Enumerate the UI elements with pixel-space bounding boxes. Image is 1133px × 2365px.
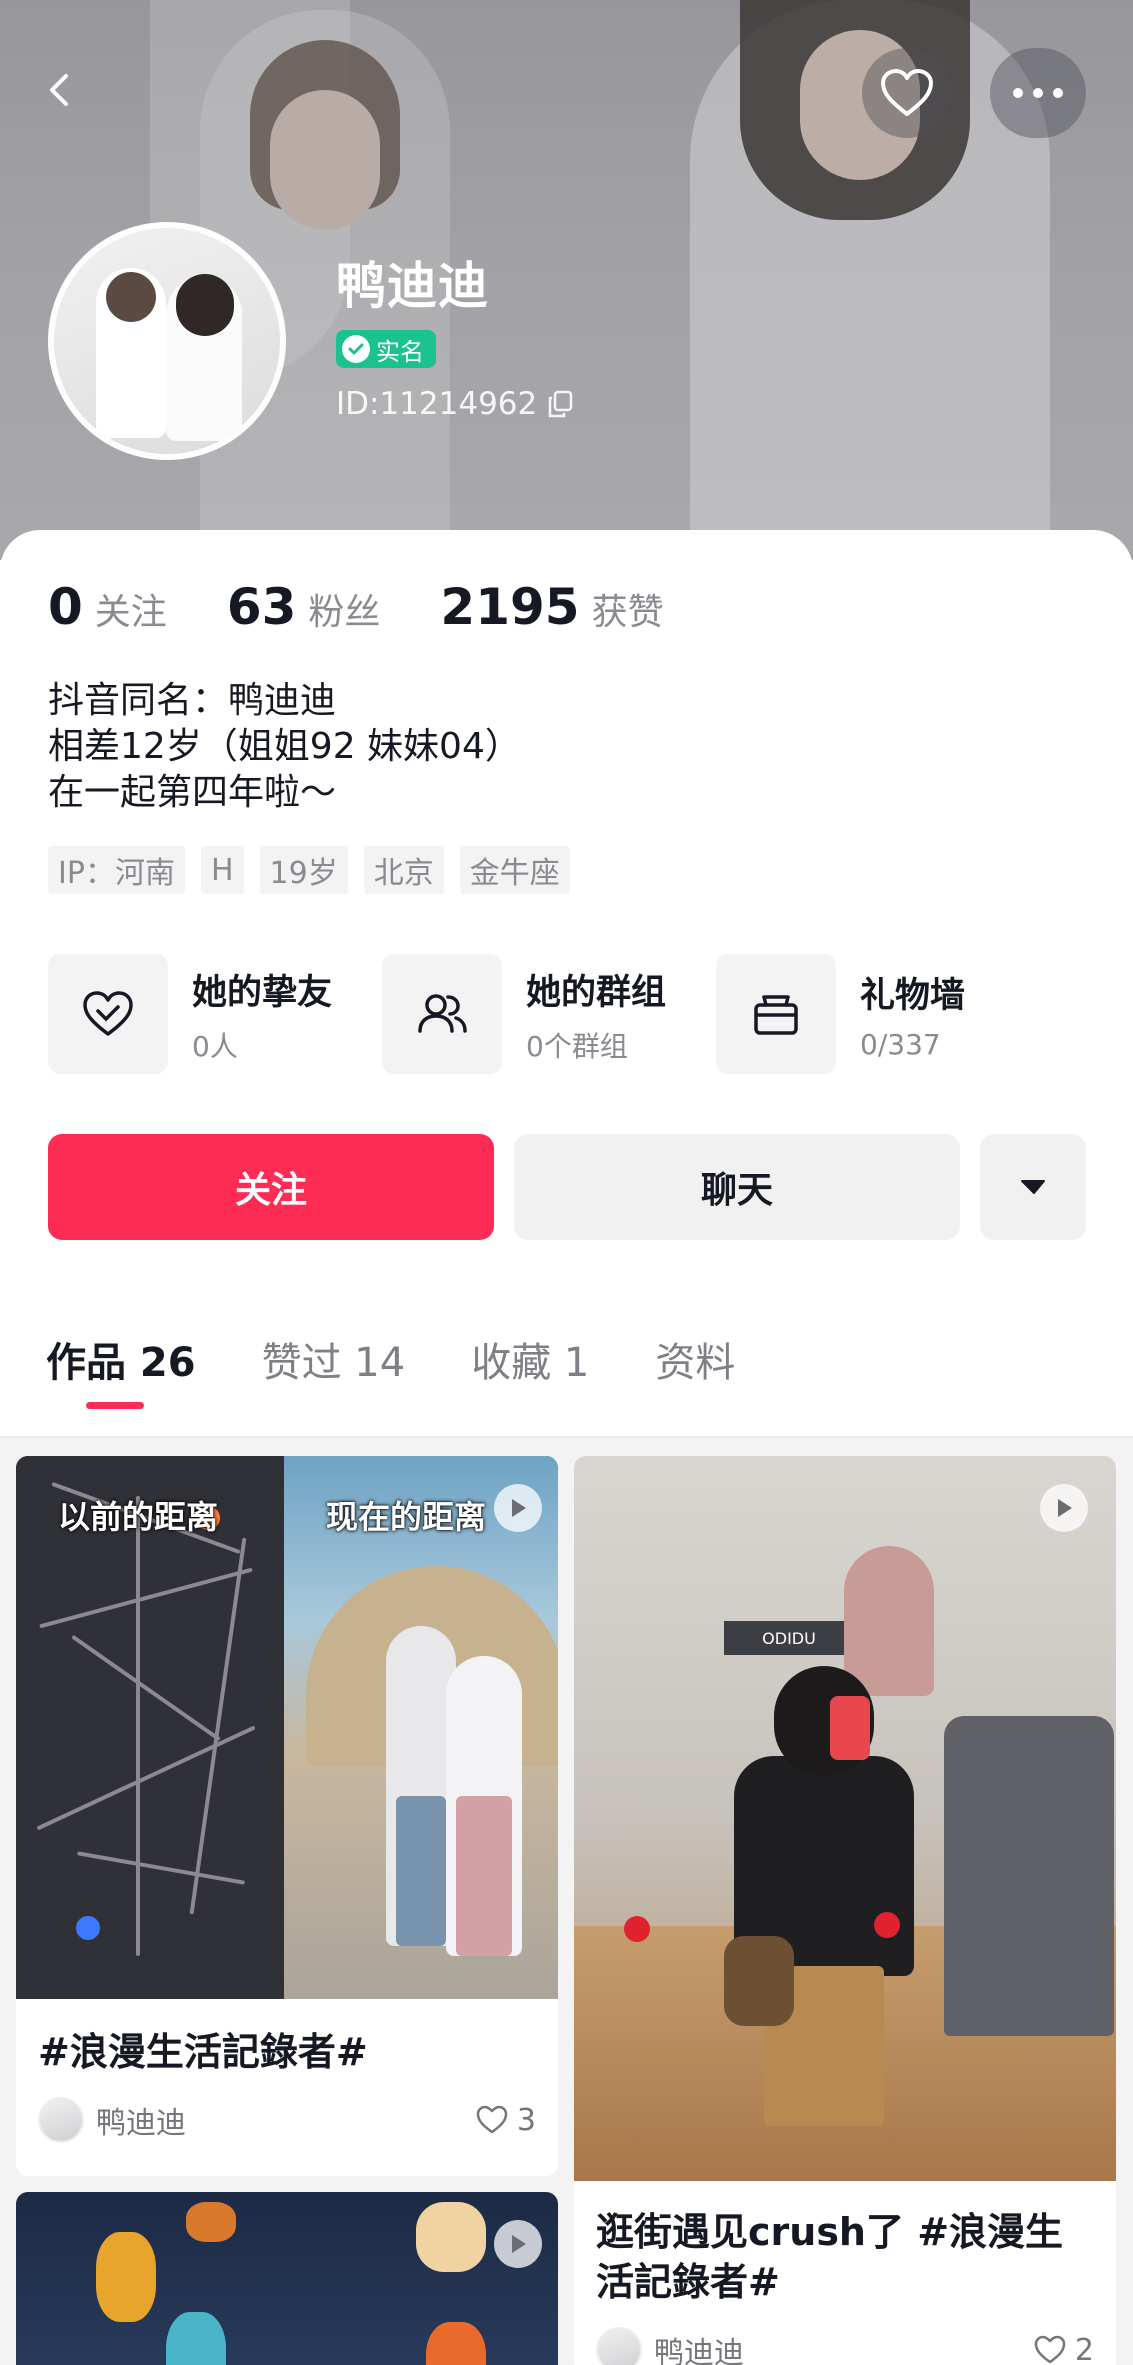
feature-groups-title: 她的群组 <box>526 972 667 1013</box>
feature-gifts-title: 礼物墙 <box>860 976 966 1016</box>
post-card[interactable]: 以前的距离 现在的距离 #浪漫生活記錄者# 鸭迪迪 3 <box>16 1456 558 2176</box>
stat-likes-count: 2195 <box>440 578 580 636</box>
likes-count: 3 <box>516 2102 536 2138</box>
photo-person <box>724 1666 924 2126</box>
post-likes[interactable]: 2 <box>1033 2333 1094 2365</box>
bio-line: 在一起第四年啦～ <box>48 772 337 813</box>
heart-icon <box>881 69 933 116</box>
profile-avatar[interactable] <box>48 222 286 460</box>
profile-tags: IP：河南 H 19岁 北京 金牛座 <box>48 846 570 894</box>
favorite-button[interactable] <box>862 48 952 138</box>
stat-following-count: 0 <box>48 578 83 636</box>
overlay-text-right: 现在的距离 <box>326 1498 487 1536</box>
post-title: 逛街遇见crush了 #浪漫生 活記錄者# <box>574 2207 1116 2307</box>
feature-friends-iconbox <box>48 954 168 1074</box>
feature-groups-iconbox <box>382 954 502 1074</box>
photo-person <box>446 1656 522 1956</box>
author-avatar <box>38 2097 84 2143</box>
more-options-button[interactable] <box>990 48 1086 138</box>
feature-groups[interactable]: 她的群组 0个群组 <box>382 954 716 1074</box>
feature-groups-sub: 0个群组 <box>526 1029 628 1063</box>
gift-icon <box>754 995 798 1035</box>
heart-outline-icon <box>83 991 133 1036</box>
profile-actions: 关注 聊天 <box>48 1134 1086 1240</box>
tab-liked[interactable]: 赞过 14 <box>262 1330 406 1388</box>
profile-tabs: 作品 26 赞过 14 收藏 1 资料 <box>46 1330 735 1409</box>
tag-city: 北京 <box>363 846 444 894</box>
avatar-hair-right <box>176 274 234 336</box>
likes-count: 2 <box>1074 2332 1094 2365</box>
store-sign: ODIDU <box>724 1621 854 1655</box>
post-footer: 鸭迪迪 2 <box>574 2327 1116 2365</box>
tab-favorites[interactable]: 收藏 1 <box>471 1330 589 1388</box>
tab-works[interactable]: 作品 26 <box>46 1330 196 1409</box>
stat-followers-count: 63 <box>226 578 297 636</box>
profile-bio: 抖音同名：鸭迪迪 相差12岁（姐姐92 妹妹04） 在一起第四年啦～ <box>48 678 521 816</box>
avatar-hair-left <box>106 272 156 322</box>
bio-line: 相差12岁（姐姐92 妹妹04） <box>48 726 521 767</box>
post-card[interactable] <box>16 2192 558 2365</box>
store-jacket <box>944 1716 1114 2036</box>
verified-badge: 实名 <box>336 330 436 368</box>
stat-likes-label: 获赞 <box>591 592 664 633</box>
post-likes[interactable]: 3 <box>475 2103 536 2138</box>
stat-following-label: 关注 <box>94 592 167 633</box>
overlay-text-left: 以前的距离 <box>58 1498 219 1536</box>
profile-features: 她的挚友 0人 她的群组 0个群组 礼物墙 0/337 <box>48 954 1050 1074</box>
post-author[interactable]: 鸭迪迪 <box>596 2327 744 2365</box>
author-name: 鸭迪迪 <box>654 2336 744 2365</box>
verified-label: 实名 <box>376 337 424 366</box>
author-avatar <box>596 2327 642 2365</box>
stat-followers-label: 粉丝 <box>308 592 381 633</box>
author-name: 鸭迪迪 <box>96 2106 186 2141</box>
video-play-icon <box>1040 1484 1088 1532</box>
tag-gender: H <box>200 846 244 894</box>
post-title-line: 逛街遇见crush了 #浪漫生 <box>596 2210 1064 2254</box>
stat-likes[interactable]: 2195 获赞 <box>440 578 663 636</box>
tag-zodiac: 金牛座 <box>459 846 570 894</box>
copy-icon[interactable] <box>547 390 573 418</box>
feature-gifts-iconbox <box>716 954 836 1074</box>
group-icon <box>418 994 467 1033</box>
user-id[interactable]: ID:11214962 <box>336 386 573 422</box>
chat-button[interactable]: 聊天 <box>514 1134 960 1240</box>
post-thumbnail: 以前的距离 现在的距离 <box>16 1456 558 1999</box>
post-title: #浪漫生活記錄者# <box>38 2030 368 2074</box>
video-play-icon <box>494 1484 542 1532</box>
video-play-icon <box>494 2220 542 2268</box>
post-author[interactable]: 鸭迪迪 <box>38 2097 186 2143</box>
heart-outline-icon <box>476 2105 508 2134</box>
feature-friends-title: 她的挚友 <box>192 972 333 1013</box>
stat-followers[interactable]: 63 粉丝 <box>227 578 381 636</box>
profile-name: 鸭迪迪 <box>336 257 489 315</box>
tab-info[interactable]: 资料 <box>655 1330 735 1388</box>
post-thumbnail <box>16 2192 558 2365</box>
profile-stats: 0 关注 63 粉丝 2195 获赞 <box>48 578 724 636</box>
feature-friends[interactable]: 她的挚友 0人 <box>48 954 382 1074</box>
bio-line: 抖音同名：鸭迪迪 <box>48 680 337 721</box>
feature-gifts[interactable]: 礼物墙 0/337 <box>716 954 1050 1074</box>
feature-friends-sub: 0人 <box>192 1029 238 1063</box>
post-title-line: 活記錄者# <box>596 2260 780 2304</box>
more-dots-icon <box>1013 88 1063 98</box>
tag-ip: IP：河南 <box>48 846 185 894</box>
caret-down-icon <box>1021 1180 1045 1194</box>
post-thumbnail: ODIDU <box>574 1456 1116 2181</box>
post-card[interactable]: ODIDU 逛街遇见crush了 #浪漫生 活記錄者# 鸭迪迪 2 <box>574 1456 1116 2365</box>
user-id-text: ID:11214962 <box>336 386 538 422</box>
follow-button[interactable]: 关注 <box>48 1134 494 1240</box>
feature-gifts-sub: 0/337 <box>860 1028 941 1061</box>
tag-age: 19岁 <box>259 846 348 894</box>
expand-button[interactable] <box>980 1134 1086 1240</box>
check-icon <box>342 335 370 363</box>
chevron-left-icon <box>50 74 68 106</box>
back-button[interactable] <box>28 58 92 122</box>
stat-following[interactable]: 0 关注 <box>48 578 167 636</box>
heart-outline-icon <box>1034 2335 1066 2364</box>
post-footer: 鸭迪迪 3 <box>16 2097 558 2143</box>
